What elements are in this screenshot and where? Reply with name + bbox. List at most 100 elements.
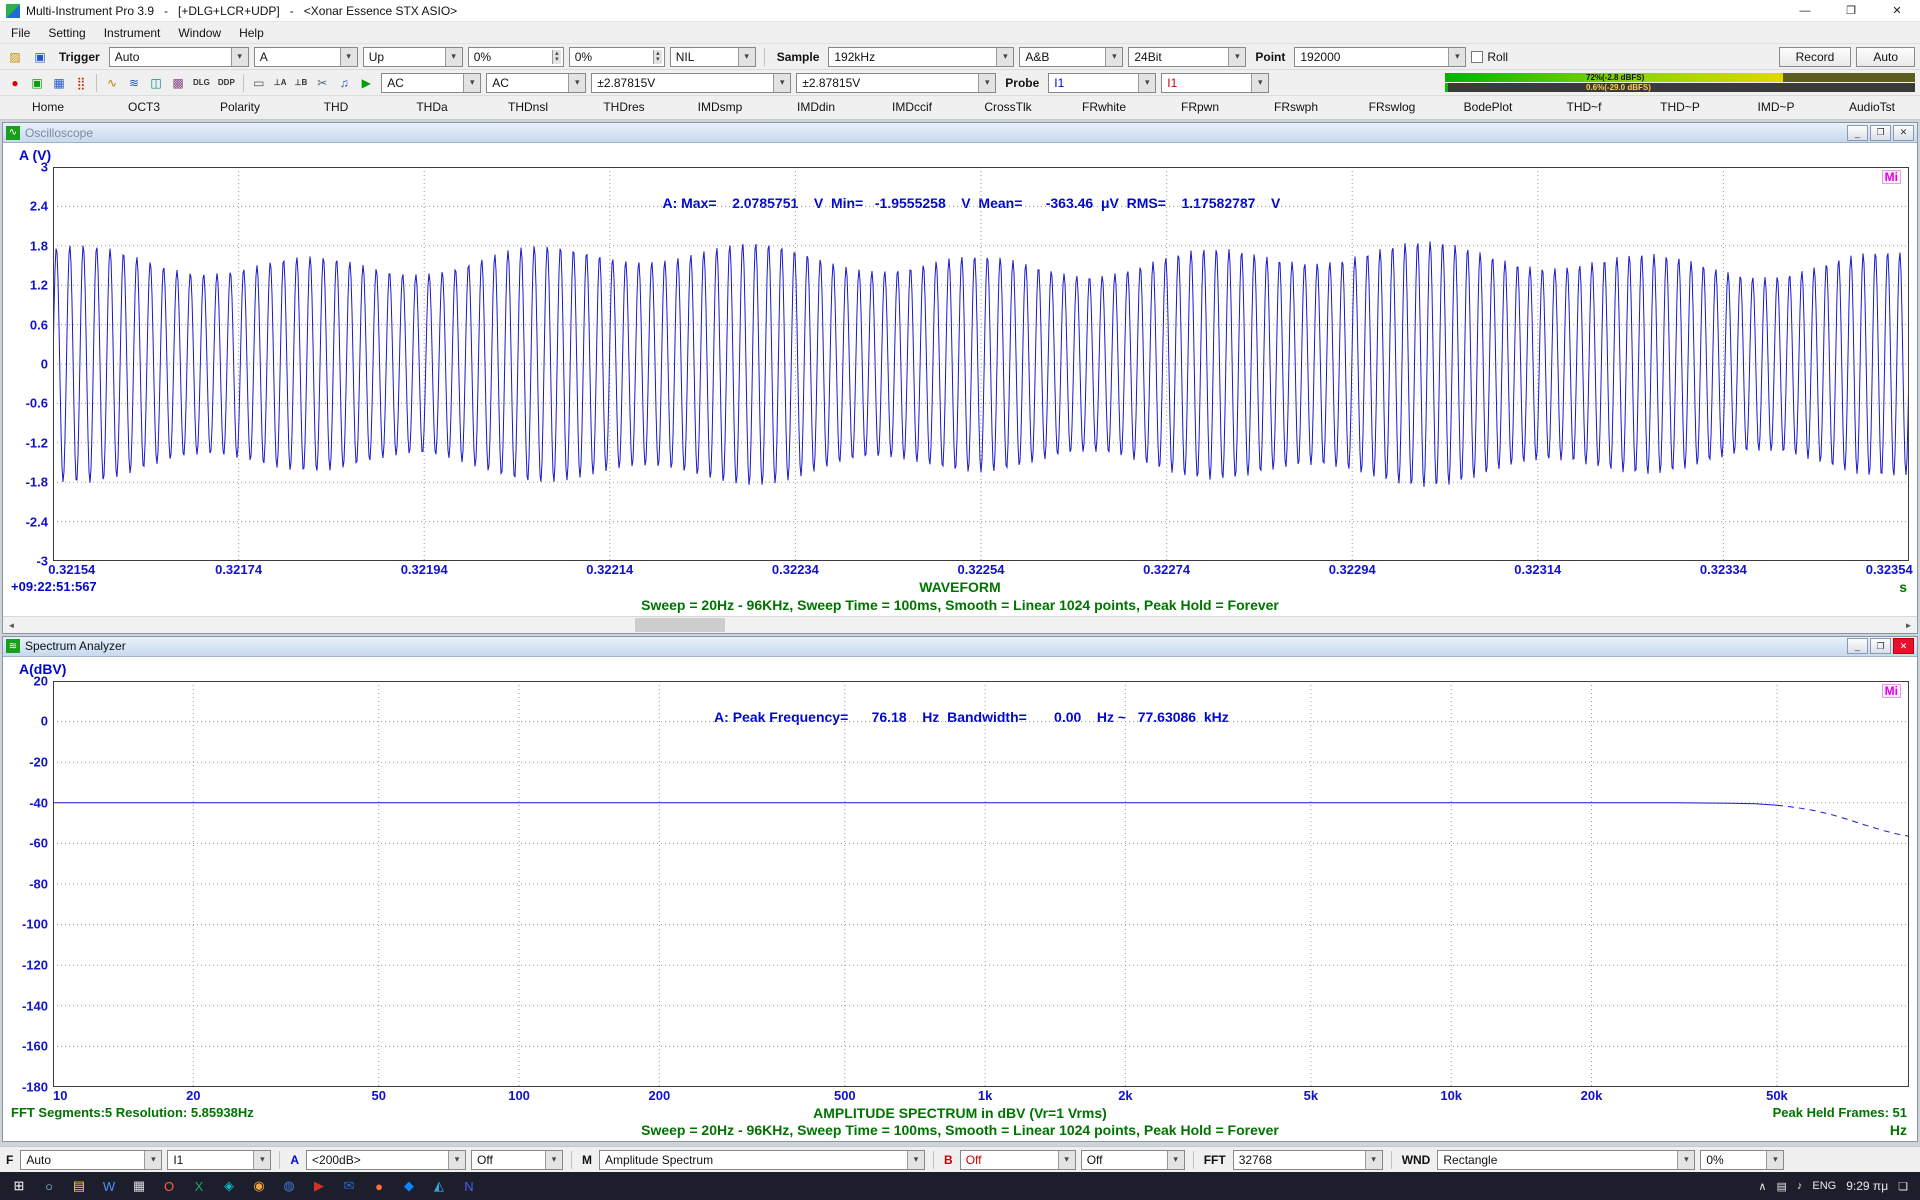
coupling-a-select[interactable]: AC bbox=[381, 73, 481, 93]
record-icon[interactable]: ● bbox=[5, 74, 25, 92]
sample-bits-select[interactable]: 24Bit bbox=[1128, 47, 1246, 67]
mail-icon[interactable]: ✉ bbox=[336, 1174, 362, 1198]
tab-imdsmp[interactable]: IMDsmp bbox=[672, 96, 768, 119]
tab-thd-f[interactable]: THD~f bbox=[1536, 96, 1632, 119]
multimeter-view-icon[interactable]: ▩ bbox=[168, 74, 188, 92]
edge-icon[interactable]: ◆ bbox=[396, 1174, 422, 1198]
label-a-icon[interactable]: ⊥A bbox=[271, 74, 290, 92]
tab-audiotst[interactable]: AudioTst bbox=[1824, 96, 1920, 119]
tab-frpwn[interactable]: FRpwn bbox=[1152, 96, 1248, 119]
trigger-edge-select[interactable]: Up bbox=[363, 47, 463, 67]
save-icon[interactable]: ▣ bbox=[30, 48, 50, 66]
menu-help[interactable]: Help bbox=[230, 24, 273, 42]
restart-icon[interactable]: ▦ bbox=[49, 74, 69, 92]
point-count-select[interactable]: 192000 bbox=[1294, 47, 1466, 67]
file-explorer-icon[interactable]: ▤ bbox=[66, 1174, 92, 1198]
tab-frswlog[interactable]: FRswlog bbox=[1344, 96, 1440, 119]
print-icon[interactable]: ▭ bbox=[249, 74, 269, 92]
volume-icon[interactable]: ♪ bbox=[1797, 1180, 1803, 1192]
tab-imd-p[interactable]: IMD~P bbox=[1728, 96, 1824, 119]
tab-frwhite[interactable]: FRwhite bbox=[1056, 96, 1152, 119]
vscode-icon[interactable]: ◭ bbox=[426, 1174, 452, 1198]
label-b-icon[interactable]: ⊥B bbox=[292, 74, 311, 92]
signal-generator-view-icon[interactable]: ◫ bbox=[146, 74, 166, 92]
scroll-right-arrow[interactable]: ► bbox=[1900, 617, 1917, 633]
f-channel-select[interactable]: I1 bbox=[167, 1150, 271, 1170]
spec-maximize-button[interactable]: ❐ bbox=[1870, 638, 1891, 654]
close-button[interactable]: ✕ bbox=[1874, 0, 1920, 21]
osc-close-button[interactable]: ✕ bbox=[1893, 125, 1914, 141]
frequency-mode-select[interactable]: Auto bbox=[20, 1150, 162, 1170]
open-file-icon[interactable]: ▨ bbox=[5, 48, 25, 66]
notification-center-icon[interactable]: ❏ bbox=[1898, 1180, 1908, 1193]
tab-thdres[interactable]: THDres bbox=[576, 96, 672, 119]
range-b-select[interactable]: ±2.87815V bbox=[796, 73, 996, 93]
ddp-viewer-icon[interactable]: DDP bbox=[215, 74, 238, 92]
a-range-select[interactable]: <200dB> bbox=[306, 1150, 466, 1170]
b-option1-select[interactable]: Off bbox=[960, 1150, 1076, 1170]
sound-output-icon[interactable]: ♫ bbox=[334, 74, 354, 92]
tab-thdnsl[interactable]: THDnsl bbox=[480, 96, 576, 119]
window-function-select[interactable]: Rectangle bbox=[1437, 1150, 1695, 1170]
clock[interactable]: 9:29 πμ bbox=[1846, 1179, 1888, 1193]
tab-thda[interactable]: THDa bbox=[384, 96, 480, 119]
spectrum-plot[interactable] bbox=[53, 681, 1909, 1087]
tab-thd-p[interactable]: THD~P bbox=[1632, 96, 1728, 119]
hot-keys-icon[interactable]: ⣿ bbox=[71, 74, 91, 92]
osc-minimize-button[interactable]: _ bbox=[1847, 125, 1868, 141]
scroll-thumb[interactable] bbox=[635, 618, 725, 632]
probe-a-select[interactable]: I1 bbox=[1048, 73, 1156, 93]
oscilloscope-plot[interactable] bbox=[53, 167, 1909, 561]
multi-instrument-icon[interactable]: N bbox=[456, 1174, 482, 1198]
spectrum-view-icon[interactable]: ≋ bbox=[124, 74, 144, 92]
tab-crosstlk[interactable]: CrossTlk bbox=[960, 96, 1056, 119]
a-option-select[interactable]: Off bbox=[471, 1150, 563, 1170]
data-logger-icon[interactable]: DLG bbox=[190, 74, 213, 92]
coupling-b-select[interactable]: AC bbox=[486, 73, 586, 93]
tab-thd[interactable]: THD bbox=[288, 96, 384, 119]
overlap-select[interactable]: 0% bbox=[1700, 1150, 1784, 1170]
oscilloscope-view-icon[interactable]: ∿ bbox=[102, 74, 122, 92]
spec-minimize-button[interactable]: _ bbox=[1847, 638, 1868, 654]
run-icon[interactable]: ▶ bbox=[356, 74, 376, 92]
sample-channels-select[interactable]: A&B bbox=[1019, 47, 1123, 67]
grid-app-icon[interactable]: ▦ bbox=[126, 1174, 152, 1198]
tab-bodeplot[interactable]: BodePlot bbox=[1440, 96, 1536, 119]
coffee-app-icon[interactable]: ◉ bbox=[246, 1174, 272, 1198]
tab-frswph[interactable]: FRswph bbox=[1248, 96, 1344, 119]
spec-close-button[interactable]: ✕ bbox=[1893, 638, 1914, 654]
menu-instrument[interactable]: Instrument bbox=[95, 24, 170, 42]
tab-polarity[interactable]: Polarity bbox=[192, 96, 288, 119]
osc-maximize-button[interactable]: ❐ bbox=[1870, 125, 1891, 141]
maximize-button[interactable]: ❐ bbox=[1828, 0, 1874, 21]
opera-icon[interactable]: O bbox=[156, 1174, 182, 1198]
roll-checkbox-box[interactable] bbox=[1471, 51, 1483, 63]
auto-button[interactable]: Auto bbox=[1856, 47, 1915, 67]
osc-horizontal-scrollbar[interactable]: ◄ ► bbox=[3, 616, 1917, 633]
scroll-left-arrow[interactable]: ◄ bbox=[3, 617, 20, 633]
trigger-frames-select[interactable]: NIL bbox=[670, 47, 756, 67]
trigger-mode-select[interactable]: Auto bbox=[109, 47, 249, 67]
menu-window[interactable]: Window bbox=[169, 24, 230, 42]
tab-home[interactable]: Home bbox=[0, 96, 96, 119]
excel-icon[interactable]: X bbox=[186, 1174, 212, 1198]
red-app-icon[interactable]: ▶ bbox=[306, 1174, 332, 1198]
osc-marker-badge[interactable]: Mi bbox=[1882, 170, 1901, 184]
browser-icon[interactable]: ◍ bbox=[276, 1174, 302, 1198]
word-icon[interactable]: W bbox=[96, 1174, 122, 1198]
tray-chevron-icon[interactable]: ∧ bbox=[1758, 1180, 1766, 1193]
measurement-mode-select[interactable]: Amplitude Spectrum bbox=[599, 1150, 925, 1170]
pause-icon[interactable]: ▣ bbox=[27, 74, 47, 92]
search-icon[interactable]: ○ bbox=[36, 1174, 62, 1198]
fft-size-select[interactable]: 32768 bbox=[1233, 1150, 1383, 1170]
display-icon[interactable]: ▤ bbox=[1776, 1180, 1786, 1193]
tab-oct3[interactable]: OCT3 bbox=[96, 96, 192, 119]
range-a-select[interactable]: ±2.87815V bbox=[591, 73, 791, 93]
trigger-level-spinner[interactable]: 0%▴▾ bbox=[468, 47, 564, 67]
language-indicator[interactable]: ENG bbox=[1812, 1180, 1836, 1192]
record-button[interactable]: Record bbox=[1779, 47, 1852, 67]
roll-checkbox[interactable]: Roll bbox=[1471, 50, 1508, 64]
firefox-icon[interactable]: ● bbox=[366, 1174, 392, 1198]
spectrum-titlebar[interactable]: ≋ Spectrum Analyzer _ ❐ ✕ bbox=[3, 637, 1917, 657]
sample-rate-select[interactable]: 192kHz bbox=[828, 47, 1014, 67]
